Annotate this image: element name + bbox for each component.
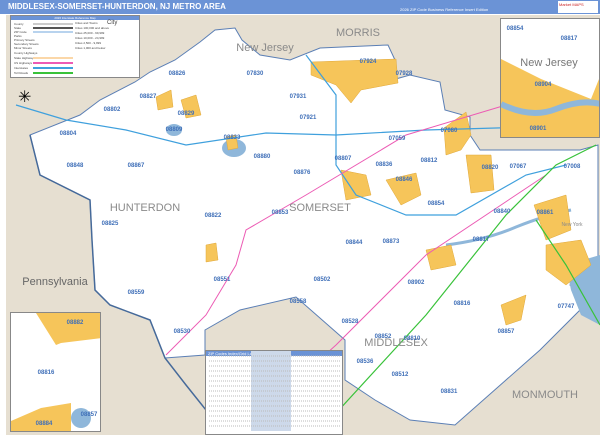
zip-label[interactable]: 08854 [507, 26, 524, 32]
zip-label[interactable]: 08807 [335, 156, 352, 162]
map-edition: 2026 ZIP Code Business Reference Insert … [400, 7, 489, 12]
legend-title: 2026 Interstate Reference Map [11, 16, 139, 20]
legend-item: Cities 1,000 and below [75, 46, 106, 50]
map-legend: 2026 Interstate Reference Map County Sta… [10, 15, 140, 78]
legend-item: Cities 100,000 and above [75, 26, 110, 30]
zip-label[interactable]: 07080 [441, 128, 458, 134]
map-canvas[interactable]: New Jersey MORRIS HUNTERDON SOMERSET Pen… [6, 15, 600, 435]
legend-item: US Highways [14, 61, 33, 65]
legend-item: Cities and Towns [75, 21, 98, 25]
legend-item: Cities 2,500 - 9,999 [75, 41, 102, 45]
zip-label[interactable]: 08816 [38, 370, 55, 376]
zip-label[interactable]: 08831 [441, 389, 458, 395]
index-table-rows [209, 351, 341, 431]
inset-map-new-brunswick[interactable]: 08854 08817 New Jersey 08904 08901 [500, 18, 600, 138]
legend-swatch [33, 27, 73, 29]
zip-label[interactable]: 08536 [357, 359, 374, 365]
legend-item: State Highways [14, 56, 35, 60]
zip-label[interactable]: 08809 [166, 127, 183, 133]
zip-label[interactable]: 08826 [169, 71, 186, 77]
zip-label[interactable]: 08836 [376, 162, 393, 168]
zip-label[interactable]: 08852 [375, 334, 392, 340]
legend-item: Minor Streets [14, 46, 32, 50]
zip-label[interactable]: 08816 [454, 301, 471, 307]
inset-graphics [501, 19, 599, 116]
zip-label[interactable]: 08840 [494, 209, 511, 215]
zip-index-table[interactable]: ZIP Codes Index/Grid Location [205, 350, 343, 435]
legend-swatch [33, 31, 73, 33]
zip-label[interactable]: 08551 [214, 277, 231, 283]
zip-label[interactable]: 08802 [104, 107, 121, 113]
legend-swatch [33, 62, 73, 64]
zip-label[interactable]: 08902 [408, 280, 425, 286]
zip-label[interactable]: 08880 [254, 154, 271, 160]
zip-label[interactable]: 08857 [498, 329, 515, 335]
zip-label[interactable]: 08904 [535, 82, 552, 88]
zip-label[interactable]: 08512 [392, 372, 409, 378]
zip-label[interactable]: 08882 [67, 320, 84, 326]
zip-label[interactable]: 07830 [247, 71, 264, 77]
zip-label[interactable]: 08844 [346, 240, 363, 246]
zip-label[interactable]: 08559 [128, 290, 145, 296]
region-label: New Jersey [520, 57, 578, 69]
zip-label[interactable]: 08820 [482, 165, 499, 171]
region-label: HUNTERDON [109, 202, 181, 214]
zip-label[interactable]: 08810 [404, 336, 421, 342]
legend-item: Cities 10,000 - 24,999 [75, 36, 105, 40]
zip-label[interactable]: 08825 [102, 221, 119, 227]
zip-label[interactable]: 08873 [383, 239, 400, 245]
legend-city-sample: City [107, 20, 118, 26]
zip-label[interactable]: 08827 [140, 94, 157, 100]
zip-label[interactable]: 08804 [60, 131, 77, 137]
zip-label[interactable]: 08867 [128, 163, 145, 169]
zip-label[interactable]: 07067 [510, 164, 527, 170]
zip-label[interactable]: 08857 [81, 412, 98, 418]
zip-label[interactable]: 07921 [300, 115, 317, 121]
zip-label[interactable]: 07059 [389, 136, 406, 142]
region-label: New Jersey [236, 42, 294, 54]
region-label: MONMOUTH [512, 389, 578, 401]
zip-label[interactable]: 08817 [473, 237, 490, 243]
region-label: MORRIS [336, 27, 380, 39]
zip-label[interactable]: 08817 [561, 36, 578, 42]
zip-label[interactable]: 08846 [396, 177, 413, 183]
zip-label[interactable]: 08833 [224, 135, 241, 141]
legend-item: Interstates [14, 66, 29, 70]
map-title: MIDDLESEX-SOMERSET-HUNTERDON, NJ METRO A… [8, 2, 226, 11]
zip-label[interactable]: 08829 [178, 111, 195, 117]
title-bar: MIDDLESEX-SOMERSET-HUNTERDON, NJ METRO A… [0, 0, 600, 14]
zip-label[interactable]: 08901 [530, 126, 547, 132]
zip-label[interactable]: 07008 [564, 164, 581, 170]
zip-label[interactable]: 08528 [342, 319, 359, 325]
inset-map-hunterdon-detail[interactable]: 08882 08816 08884 08857 [10, 312, 101, 432]
zip-label[interactable]: 07928 [396, 71, 413, 77]
zip-label[interactable]: 07931 [290, 94, 307, 100]
zip-label[interactable]: 08861 [537, 210, 554, 216]
compass-rose-icon: ✳ [18, 89, 32, 106]
legend-item: County Highways [14, 51, 38, 55]
zip-label[interactable]: 08853 [272, 210, 289, 216]
zip-label[interactable]: 08812 [421, 158, 438, 164]
legend-swatch [33, 23, 73, 25]
zip-label[interactable]: 08502 [314, 277, 331, 283]
zip-label[interactable]: 08530 [174, 329, 191, 335]
legend-swatch [33, 67, 73, 69]
zip-label[interactable]: 08854 [428, 201, 445, 207]
legend-item: Toll Roads [14, 71, 29, 75]
region-label: New York [561, 222, 583, 228]
zip-label[interactable]: 08558 [290, 299, 307, 305]
zip-label[interactable]: 08848 [67, 163, 84, 169]
legend-item: Cities 25,000 - 99,999 [75, 31, 105, 35]
zip-label[interactable]: 07924 [360, 59, 377, 65]
legend-swatch [33, 57, 73, 59]
region-label: Pennsylvania [22, 276, 88, 288]
region-label: SOMERSET [289, 202, 351, 214]
zip-label[interactable]: 08884 [36, 421, 53, 427]
zip-label[interactable]: 08822 [205, 213, 222, 219]
legend-swatch [33, 72, 73, 74]
brand-logo: Market MAPS [558, 1, 598, 13]
zip-label[interactable]: 07747 [558, 304, 575, 310]
zip-label[interactable]: 08876 [294, 170, 311, 176]
